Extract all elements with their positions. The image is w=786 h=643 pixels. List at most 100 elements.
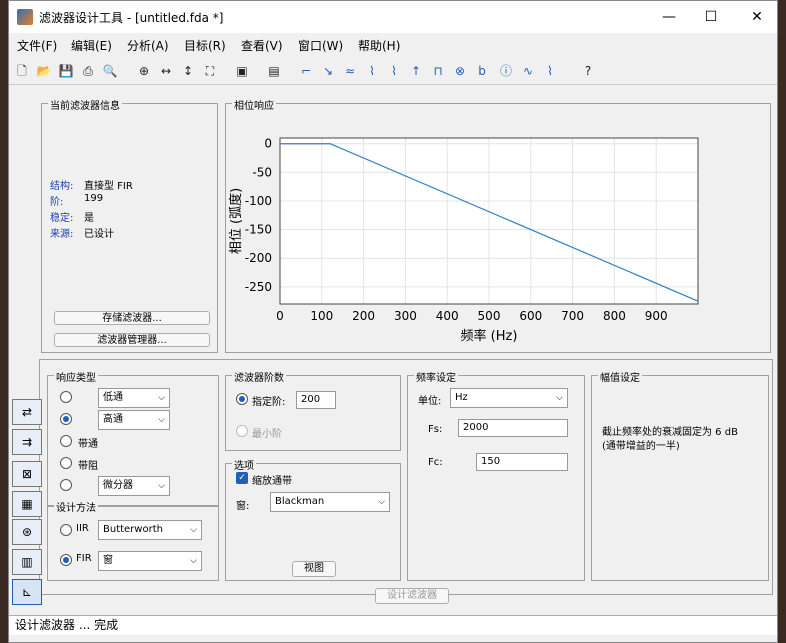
step-icon[interactable]: ⊓ — [429, 62, 447, 80]
full-view-icon[interactable]: ⛶ — [201, 62, 219, 80]
coefficients-icon[interactable]: b — [473, 62, 491, 80]
window-title: 滤波器设计工具 - [untitled.fda *] — [39, 11, 224, 25]
window-label: 窗: — [236, 501, 250, 512]
filter-manager-button[interactable]: 滤波器管理器... — [54, 333, 210, 347]
status-bar: 设计滤波器 ... 完成 — [9, 615, 777, 635]
magnitude-note-1: 截止频率处的衰减固定为 6 dB — [602, 427, 738, 438]
info-key: 结构: — [50, 181, 74, 192]
design-method-panel: 设计方法 IIR Butterworth ⌵ FIR 窗 ⌵ — [47, 499, 219, 581]
fir-label: FIR — [76, 553, 92, 564]
view-button[interactable]: 视图 — [292, 561, 336, 577]
pole-zero-icon[interactable]: ⊗ — [451, 62, 469, 80]
x-tick-label: 600 — [519, 309, 542, 323]
window-select-value: Blackman — [275, 496, 325, 507]
design-filter-icon[interactable]: ⊾ — [12, 579, 42, 605]
menu-analysis[interactable]: 分析(A) — [127, 37, 169, 54]
zoom-y-icon[interactable]: ↕ — [179, 62, 197, 80]
specify-order-radio[interactable] — [236, 393, 248, 405]
x-tick-label: 300 — [394, 309, 417, 323]
lowpass-select[interactable]: 低通 ⌵ — [98, 388, 170, 408]
window-select[interactable]: Blackman ⌵ — [270, 492, 390, 512]
info-value: 是 — [84, 213, 94, 224]
design-filter-button[interactable]: 设计滤波器 — [375, 588, 449, 604]
print-icon[interactable]: ⎙ — [79, 62, 97, 80]
y-tick-label: 0 — [264, 137, 272, 151]
menu-view[interactable]: 查看(V) — [241, 37, 283, 54]
realize-model-icon[interactable]: ▦ — [12, 491, 42, 517]
minimize-button[interactable]: — — [649, 5, 689, 29]
highpass-radio[interactable] — [60, 413, 72, 425]
mag-phase-icon[interactable]: ≈ — [341, 62, 359, 80]
filter-spec-icon[interactable]: ▤ — [265, 62, 283, 80]
iir-select-value: Butterworth — [103, 524, 163, 535]
minimum-order-radio[interactable] — [236, 425, 248, 437]
fc-label: Fc: — [428, 457, 443, 468]
bandpass-radio[interactable] — [60, 435, 72, 447]
zoom-x-icon[interactable]: ↔ — [157, 62, 175, 80]
main-window: 滤波器设计工具 - [untitled.fda *] — ☐ ✕ 文件(F) 编… — [8, 0, 778, 643]
fs-label: Fs: — [428, 424, 443, 435]
frequency-panel: 频率设定 单位: Hz ⌵ Fs: 2000 Fc: 150 — [407, 369, 585, 581]
new-figure-icon[interactable]: ▣ — [233, 62, 251, 80]
magnitude-icon[interactable]: ⌐ — [297, 62, 315, 80]
lowpass-radio[interactable] — [60, 391, 72, 403]
fir-select[interactable]: 窗 ⌵ — [98, 551, 202, 571]
new-icon[interactable]: 🗋 — [13, 62, 31, 80]
info-panel: 当前滤波器信息 结构: 直接型 FIR 阶: 199 稳定: 是 来源: 已设计… — [41, 97, 218, 353]
x-tick-label: 800 — [603, 309, 626, 323]
menu-file[interactable]: 文件(F) — [17, 37, 57, 54]
save-icon[interactable]: 💾 — [57, 62, 75, 80]
order-input[interactable]: 200 — [296, 391, 336, 409]
impulse-icon[interactable]: ↑ — [407, 62, 425, 80]
info-panel-title: 当前滤波器信息 — [48, 97, 122, 112]
options-title: 选项 — [232, 457, 256, 472]
x-tick-label: 200 — [352, 309, 375, 323]
matlab-icon — [17, 9, 33, 25]
noise-icon[interactable]: ⌇ — [541, 62, 559, 80]
store-filter-button[interactable]: 存储滤波器... — [54, 311, 210, 325]
fs-input[interactable]: 2000 — [458, 419, 568, 437]
magnitude-title: 幅值设定 — [598, 369, 642, 384]
scale-passband-checkbox[interactable]: ✓ — [236, 472, 248, 484]
close-button[interactable]: ✕ — [737, 5, 777, 29]
transform-icon[interactable]: ⇄ — [12, 399, 42, 425]
quantize-icon[interactable]: ▥ — [12, 549, 42, 575]
import-filter-icon[interactable]: ⊛ — [12, 519, 42, 545]
info-key: 来源: — [50, 229, 74, 240]
plot-panel: 相位响应 0 100 200 300 400 500 600 700 800 900 0 -50 -10… — [225, 97, 771, 353]
fir-radio[interactable] — [60, 554, 72, 566]
highpass-select[interactable]: 高通 ⌵ — [98, 410, 170, 430]
info-value: 已设计 — [84, 229, 114, 240]
menu-help[interactable]: 帮助(H) — [358, 37, 400, 54]
pole-zero-editor-icon[interactable]: ⊠ — [12, 461, 42, 487]
maximize-button[interactable]: ☐ — [691, 5, 731, 29]
menu-target[interactable]: 目标(R) — [184, 37, 226, 54]
design-method-title: 设计方法 — [54, 499, 98, 514]
unit-select[interactable]: Hz ⌵ — [450, 388, 568, 408]
info-value: 直接型 FIR — [84, 181, 133, 192]
x-tick-label: 0 — [276, 309, 284, 323]
menu-edit[interactable]: 编辑(E) — [71, 37, 112, 54]
print-preview-icon[interactable]: 🔍 — [101, 62, 119, 80]
zoom-in-icon[interactable]: ⊕ — [135, 62, 153, 80]
y-tick-label: -200 — [245, 251, 272, 265]
iir-radio[interactable] — [60, 524, 72, 536]
iir-select[interactable]: Butterworth ⌵ — [98, 520, 202, 540]
info-key: 稳定: — [50, 213, 74, 224]
fc-input[interactable]: 150 — [476, 453, 568, 471]
magnitude-estimate-icon[interactable]: ∿ — [519, 62, 537, 80]
differentiator-radio[interactable] — [60, 479, 72, 491]
chevron-down-icon: ⌵ — [378, 497, 385, 507]
chevron-down-icon: ⌵ — [190, 556, 197, 566]
help-cursor-icon[interactable]: ? — [579, 62, 597, 80]
group-delay-icon[interactable]: ⌇ — [363, 62, 381, 80]
bandstop-radio[interactable] — [60, 457, 72, 469]
phase-delay-icon[interactable]: ⌇ — [385, 62, 403, 80]
menu-window[interactable]: 窗口(W) — [298, 37, 343, 54]
open-icon[interactable]: 📂 — [35, 62, 53, 80]
info-icon[interactable]: ⓘ — [497, 62, 515, 80]
multirate-icon[interactable]: ⇉ — [12, 429, 42, 455]
phase-icon[interactable]: ↘ — [319, 62, 337, 80]
info-key: 阶: — [50, 197, 64, 208]
differentiator-select[interactable]: 微分器 ⌵ — [98, 476, 170, 496]
